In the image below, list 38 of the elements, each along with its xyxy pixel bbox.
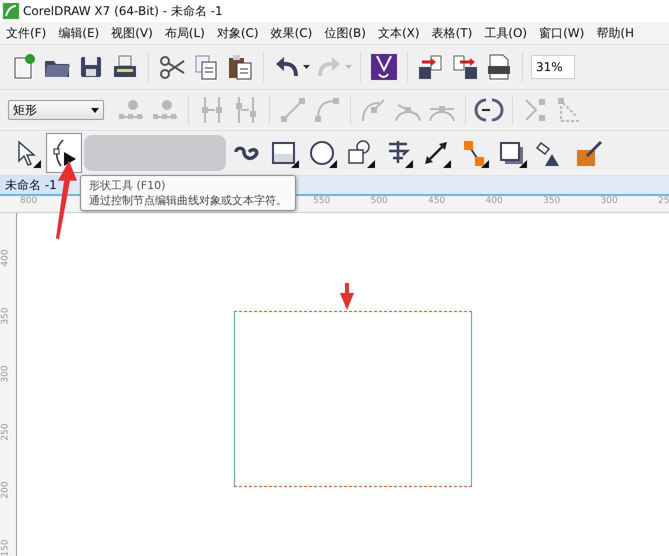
- ruler-label: 400: [0, 249, 11, 267]
- document-tab[interactable]: 未命名 -1: [0, 176, 62, 194]
- menu-item[interactable]: 视图(V): [105, 24, 159, 42]
- menu-item[interactable]: 效果(C): [264, 24, 318, 42]
- menu-item[interactable]: 窗口(W): [533, 24, 590, 42]
- tooltip-title: 形状工具 (F10): [89, 178, 166, 193]
- menu-item[interactable]: 对象(C): [210, 24, 265, 42]
- ruler-label: 350: [543, 196, 560, 206]
- ruler-label: 300: [600, 196, 618, 206]
- ruler-label: 550: [313, 196, 330, 206]
- ruler-label: 500: [370, 196, 388, 206]
- shape-tool-icon[interactable]: [46, 133, 82, 173]
- menu-item[interactable]: 工具(O): [478, 24, 534, 42]
- dropdown-caret-icon[interactable]: [303, 65, 310, 69]
- menu-item[interactable]: 位图(B): [318, 24, 372, 42]
- caret-icon: [91, 108, 99, 112]
- ruler-label: 300: [0, 365, 11, 383]
- ruler-label: 150: [0, 539, 11, 556]
- ruler-label: 800: [20, 196, 38, 206]
- ruler-label: 250: [0, 423, 11, 441]
- tooltip-description: 通过控制节点编辑曲线对象或文本字符。: [89, 193, 287, 208]
- menu-item[interactable]: 编辑(E): [52, 24, 106, 42]
- shape-select[interactable]: 矩形: [8, 100, 104, 120]
- ruler-label: 25: [658, 196, 669, 206]
- app-launcher-icon[interactable]: [369, 52, 399, 82]
- ruler-label: 450: [428, 196, 446, 206]
- annotation-arrow: [339, 283, 355, 311]
- ruler-label: 350: [0, 307, 11, 325]
- menu-item[interactable]: 帮助(H: [590, 24, 640, 42]
- app-logo-icon: [3, 3, 19, 19]
- menu-item[interactable]: 文件(F): [0, 24, 52, 42]
- zoom-level-field[interactable]: 31%: [531, 55, 575, 79]
- menu-item[interactable]: 布局(L): [158, 24, 211, 42]
- menu-item[interactable]: 文本(X): [372, 24, 426, 42]
- ruler-label: 400: [486, 196, 503, 206]
- window-title: CorelDRAW X7 (64-Bit) - 未命名 -1: [23, 2, 223, 20]
- ruler-label: 200: [0, 481, 11, 499]
- menu-item[interactable]: 表格(T): [426, 24, 478, 42]
